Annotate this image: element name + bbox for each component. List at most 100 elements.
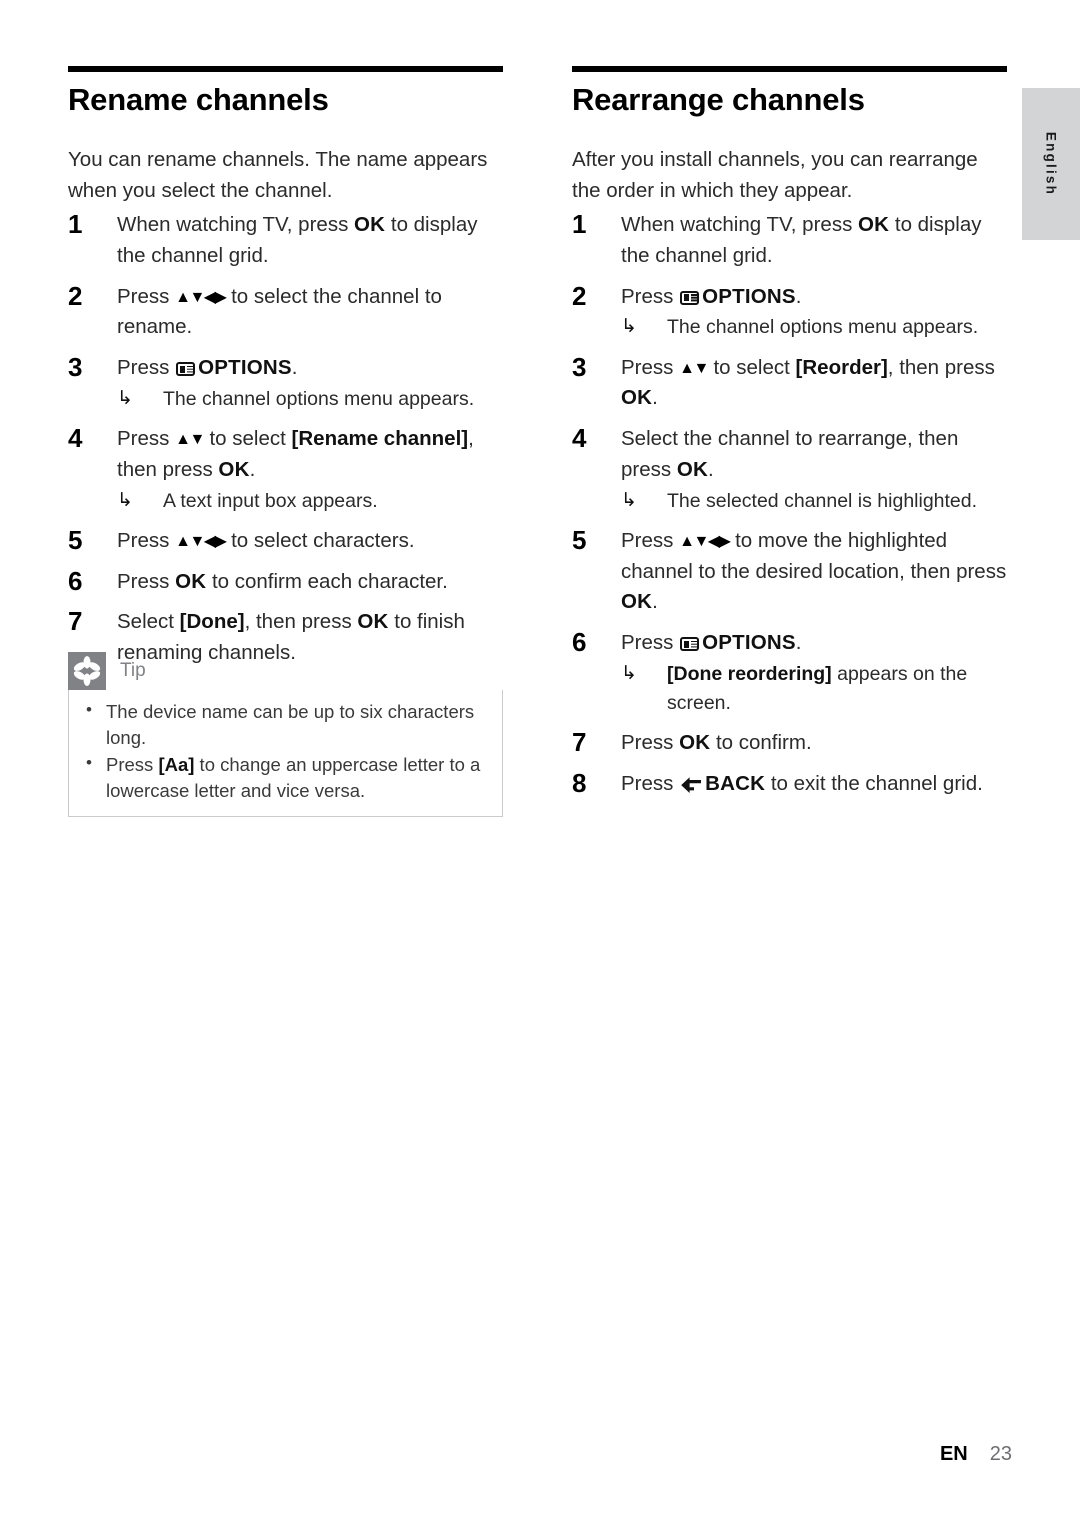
section-rename-channels: Rename channels You can rename channels.… — [68, 66, 503, 669]
step-result: ↳ [Done reordering] appears on the screen… — [621, 660, 1007, 719]
key-label: OK — [175, 569, 207, 593]
step-text-after: to exit the channel grid. — [765, 772, 983, 796]
document-page: English Rename channels You can rename c… — [0, 0, 1080, 1527]
step-item: 1 When watching TV, press OK to display … — [68, 209, 503, 272]
step-text-after: to select characters. — [225, 528, 415, 552]
step-text: Press BACK to exit the channel grid. — [621, 769, 1007, 803]
key-label: OK — [679, 731, 711, 755]
step-text: Press OPTIONS. — [621, 282, 1007, 313]
intro-paragraph-right: After you install channels, you can rear… — [572, 147, 978, 202]
step-result: ↳ The selected channel is highlighted. — [621, 487, 1007, 516]
step-item: 4 Select the channel to rearrange, then … — [572, 423, 1007, 516]
result-text: The channel options menu appears. — [163, 387, 475, 410]
step-text-before: Press — [117, 284, 176, 308]
intro-paragraph-left: You can rename channels. The name appear… — [68, 147, 488, 202]
language-tab-label: English — [1043, 131, 1059, 197]
step-item: 6 Press OK to confirm each character. — [68, 565, 503, 598]
step-item: 1 When watching TV, press OK to display … — [572, 209, 1007, 272]
tip-list: The device name can be up to six charact… — [83, 698, 488, 804]
navigation-keys-icon: ▲▼◀▶ — [175, 532, 227, 550]
tip-list-item: The device name can be up to six charact… — [83, 698, 488, 752]
step-text-before: Press — [117, 528, 176, 552]
navigation-keys-icon: ▲▼ — [679, 359, 709, 377]
page-title-right: Rearrange channels — [572, 82, 865, 117]
key-label: OK — [218, 457, 250, 481]
steps-list-left: 1 When watching TV, press OK to display … — [68, 209, 503, 669]
step-text-before: When watching TV, press — [117, 213, 355, 237]
step-text: When watching TV, press OK to display th… — [117, 210, 503, 272]
step-item: 4 Press ▲▼ to select [Rename channel], t… — [68, 423, 503, 516]
step-result: ↳ A text input box appears. — [117, 487, 503, 516]
key-label: OPTIONS — [702, 284, 796, 308]
step-text-before: Select the channel to rearrange, then pr… — [621, 427, 959, 481]
step-text-after: . — [707, 457, 714, 481]
step-number: 4 — [68, 423, 83, 454]
options-icon — [680, 637, 700, 652]
step-text-after: to confirm. — [710, 731, 812, 755]
step-item: 2 Press OPTIONS. ↳ The channel options me… — [572, 280, 1007, 343]
step-item: 3 Press OPTIONS. ↳ The channel options me… — [68, 352, 503, 414]
key-label: OK — [621, 590, 653, 614]
step-number: 5 — [68, 524, 83, 555]
step-text: Press ▲▼◀▶ to select the channel to rena… — [117, 282, 503, 344]
section-rule-right — [572, 66, 1007, 72]
step-text-before: When watching TV, press — [621, 213, 859, 237]
step-text: Press OPTIONS. — [621, 628, 1007, 659]
page-footer: EN 23 — [0, 1443, 1012, 1466]
step-number: 2 — [572, 280, 587, 311]
step-number: 4 — [572, 423, 587, 454]
step-text: Press OK to confirm. — [621, 728, 1007, 759]
step-item: 6 Press OPTIONS. ↳ [Done reordering] appe… — [572, 627, 1007, 719]
step-item: 7 Press OK to confirm. — [572, 727, 1007, 759]
result-text: The channel options menu appears. — [667, 316, 979, 339]
step-result: ↳ The channel options menu appears. — [117, 385, 503, 414]
step-text: Press OPTIONS. — [117, 353, 503, 384]
key-label: OK — [676, 457, 708, 481]
menu-item-label: [Rename channel] — [291, 427, 469, 451]
step-text-before: Press — [117, 569, 176, 593]
step-text-after: . — [652, 386, 658, 410]
result-arrow-icon: ↳ — [117, 387, 133, 409]
result-text: The selected channel is highlighted. — [667, 489, 978, 512]
key-label: BACK — [705, 772, 766, 796]
step-number: 5 — [572, 524, 587, 555]
step-text-before: Press — [621, 772, 680, 796]
menu-item-label: [Done reordering] — [667, 662, 832, 685]
step-text-before: Press — [621, 731, 680, 755]
section-rule-left — [68, 66, 503, 72]
step-number: 6 — [572, 627, 587, 658]
step-number: 2 — [68, 280, 83, 311]
tip-asterisk-icon — [68, 652, 106, 690]
back-icon — [680, 772, 702, 803]
step-number: 6 — [68, 565, 83, 596]
step-text-after: . — [249, 457, 256, 481]
language-tab: English — [1022, 88, 1080, 240]
step-result: ↳ The channel options menu appears. — [621, 313, 1007, 342]
tip-text-before: Press — [106, 753, 159, 775]
result-arrow-icon: ↳ — [117, 489, 133, 511]
step-text: Select the channel to rearrange, then pr… — [621, 424, 1007, 486]
step-text: When watching TV, press OK to display th… — [621, 210, 1007, 272]
step-item: 8 Press BACK to exit the channel grid. — [572, 768, 1007, 803]
step-text-after: . — [795, 284, 802, 308]
step-item: 2 Press ▲▼◀▶ to select the channel to re… — [68, 280, 503, 344]
result-arrow-icon: ↳ — [621, 662, 637, 684]
menu-item-label: [Aa] — [158, 753, 195, 775]
step-text-mid: to select — [203, 427, 292, 451]
steps-list-right: 1 When watching TV, press OK to display … — [572, 209, 1007, 803]
step-text-after: . — [795, 631, 802, 655]
tip-box: Tip The device name can be up to six cha… — [68, 652, 503, 818]
step-text-before: Press — [621, 528, 680, 552]
step-text: Press ▲▼ to select [Rename channel], the… — [117, 424, 503, 486]
step-number: 1 — [68, 209, 83, 240]
step-text-before: Select — [117, 610, 180, 634]
key-label: OPTIONS — [198, 356, 292, 380]
result-text: A text input box appears. — [163, 489, 378, 512]
options-icon — [680, 290, 700, 305]
section-rearrange-channels: Rearrange channels After you install cha… — [572, 66, 1007, 803]
menu-item-label: [Done] — [179, 610, 245, 634]
step-text-mid: to select — [707, 355, 796, 379]
step-item: 3 Press ▲▼ to select [Reorder], then pre… — [572, 352, 1007, 415]
step-text: Press OK to confirm each character. — [117, 567, 503, 598]
navigation-keys-icon: ▲▼◀▶ — [175, 288, 227, 306]
